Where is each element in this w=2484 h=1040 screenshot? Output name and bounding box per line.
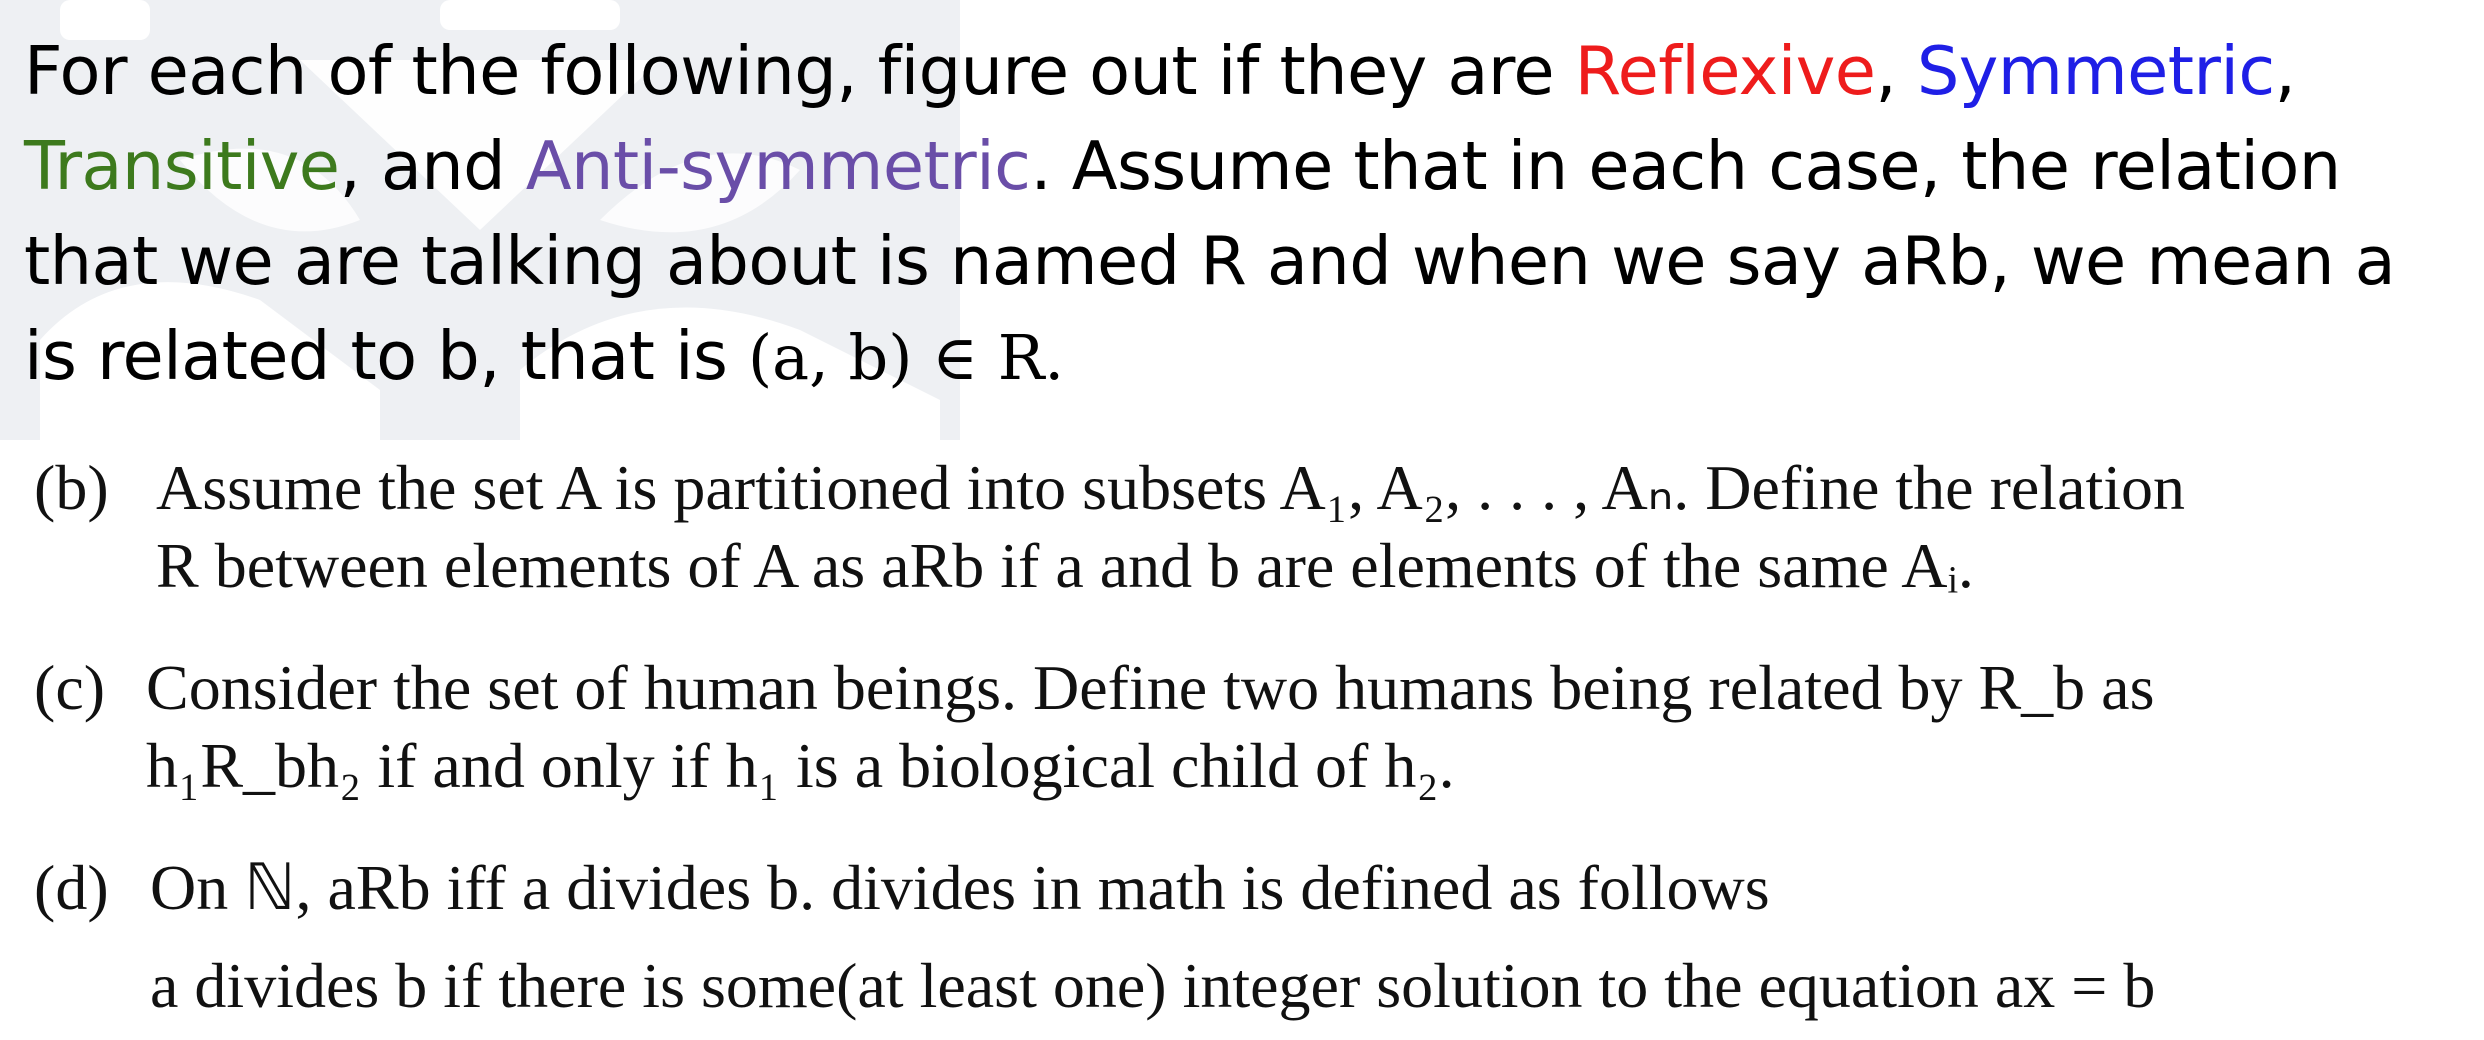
transitive-term: Transitive [24,127,340,205]
problem-label: (b) [34,452,109,523]
separator: , [2274,32,2296,110]
problem-line: Assume the set A is partitioned into sub… [156,452,2186,523]
membership-formula: (a, b) ∈ R. [747,321,1065,394]
reflexive-term: Reflexive [1574,32,1876,110]
problem-line: a divides b if there is some(at least on… [150,950,2156,1021]
separator: , and [339,127,526,205]
antisymmetric-term: Anti-symmetric [525,127,1031,205]
instructions-paragraph: For each of the following, figure out if… [24,24,2464,405]
intro-text-start: For each of the following, figure out if… [24,32,1575,110]
problem-c: (c) Consider the set of human beings. De… [34,648,2454,818]
problem-line: Consider the set of human beings. Define… [146,652,2155,723]
problem-line: R between elements of A as aRb if a and … [156,530,1974,601]
problem-line: On ℕ, aRb iff a divides b. divides in ma… [150,852,1770,923]
problem-d: (d) On ℕ, aRb iff a divides b. divides i… [34,848,2454,1028]
problem-line: h₁R_bh₂ if and only if h₁ is a biologica… [146,730,1455,801]
separator: , [1875,32,1917,110]
problem-label: (c) [34,652,106,723]
symmetric-term: Symmetric [1916,32,2275,110]
problem-label: (d) [34,852,109,923]
problem-b: (b) Assume the set A is partitioned into… [34,448,2454,618]
